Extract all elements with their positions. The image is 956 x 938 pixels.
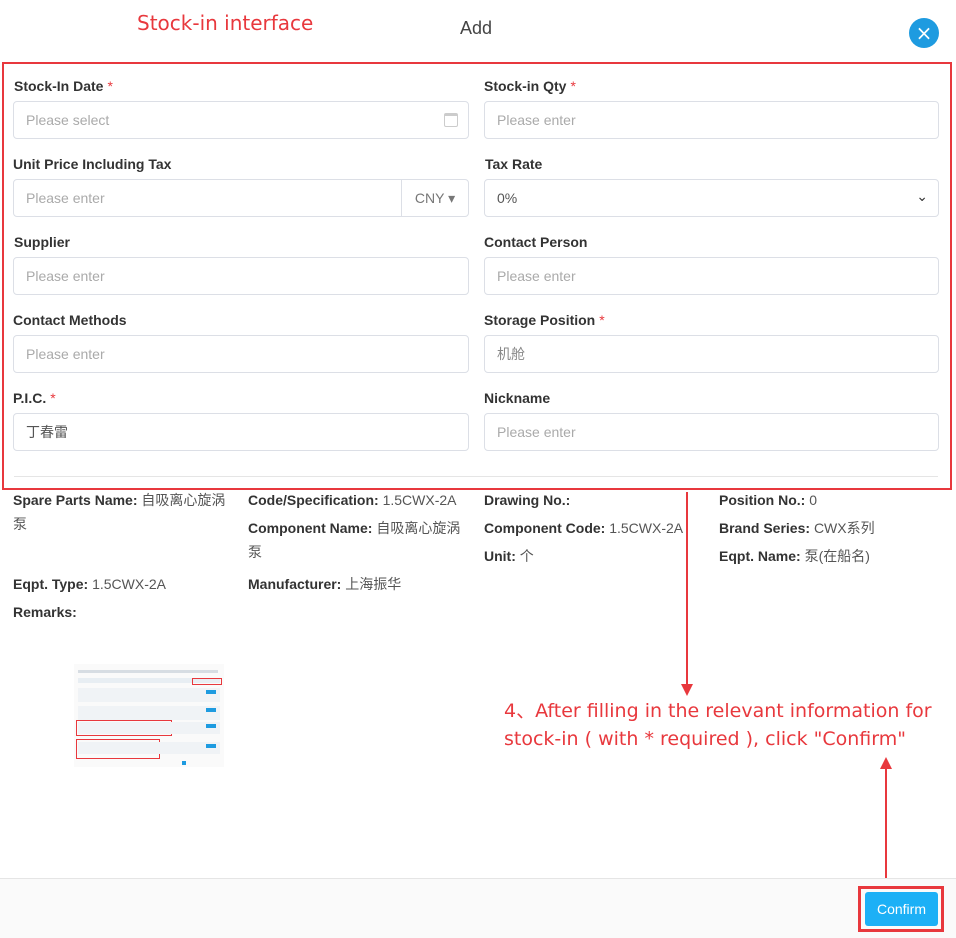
section-divider	[14, 476, 938, 477]
nickname-placeholder: Please enter	[497, 424, 576, 440]
contact-methods-label: Contact Methods	[13, 312, 127, 328]
pic-label: P.I.C. *	[13, 390, 56, 406]
storage-position-input[interactable]: 机舱	[484, 335, 939, 373]
nickname-label: Nickname	[484, 390, 551, 406]
contact-methods-input[interactable]: Please enter	[13, 335, 469, 373]
component-name: Component Name: 自吸离心旋涡泵	[248, 520, 461, 560]
calendar-icon	[444, 113, 458, 127]
brand-series: Brand Series: CWX系列	[719, 520, 875, 536]
nickname-input[interactable]: Please enter	[484, 413, 939, 451]
close-icon[interactable]: ×	[909, 18, 939, 48]
code-specification: Code/Specification: 1.5CWX-2A	[248, 492, 457, 508]
stock-in-date-label: Stock-In Date *	[14, 78, 113, 94]
component-code: Component Code: 1.5CWX-2A	[484, 520, 684, 536]
tax-rate-label: Tax Rate	[485, 156, 543, 172]
contact-person-input[interactable]: Please enter	[484, 257, 939, 295]
unit-price-placeholder: Please enter	[26, 190, 105, 206]
tax-rate-value: 0%	[497, 190, 518, 206]
currency-dropdown[interactable]: CNY ▾	[401, 179, 469, 217]
supplier-placeholder: Please enter	[26, 268, 105, 284]
contact-person-label: Contact Person	[484, 234, 588, 250]
supplier-input[interactable]: Please enter	[13, 257, 469, 295]
confirm-button[interactable]: Confirm	[865, 892, 938, 926]
stock-in-date-picker[interactable]: Please select	[13, 101, 469, 139]
stock-in-qty-label: Stock-in Qty *	[484, 78, 576, 94]
stock-in-qty-placeholder: Please enter	[497, 112, 576, 128]
eqpt-name: Eqpt. Name: 泵(在船名)	[719, 548, 870, 564]
stock-in-date-placeholder: Please select	[26, 112, 110, 128]
supplier-label: Supplier	[14, 234, 71, 250]
position-no: Position No.: 0	[719, 492, 818, 508]
manufacturer: Manufacturer: 上海振华	[248, 576, 402, 592]
annotation-step-note: 4、After filling in the relevant informat…	[504, 700, 932, 750]
annotation-arrow-down	[686, 492, 688, 684]
unit-price-input[interactable]: Please enter	[13, 179, 402, 217]
pic-value: 丁春雷	[26, 424, 68, 440]
unit-price-label: Unit Price Including Tax	[13, 156, 172, 172]
spare-parts-name: Spare Parts Name: 自吸离心旋涡泵	[13, 492, 226, 532]
tax-rate-select[interactable]: 0% ⌄	[484, 179, 939, 217]
remarks: Remarks:	[13, 604, 77, 620]
stock-in-qty-input[interactable]: Please enter	[484, 101, 939, 139]
annotation-arrow-up	[885, 768, 887, 886]
modal-footer	[0, 878, 956, 938]
contact-methods-placeholder: Please enter	[26, 346, 105, 362]
attachment-thumbnail[interactable]	[74, 664, 224, 767]
pic-input[interactable]: 丁春雷	[13, 413, 469, 451]
modal-title: Add	[459, 18, 493, 38]
drawing-no: Drawing No.:	[484, 492, 571, 508]
storage-position-label: Storage Position *	[484, 312, 605, 328]
annotation-arrowhead-down	[681, 684, 693, 696]
eqpt-type: Eqpt. Type: 1.5CWX-2A	[13, 576, 166, 592]
storage-position-value: 机舱	[497, 346, 525, 362]
unit: Unit: 个	[484, 548, 534, 564]
chevron-down-icon: ⌄	[916, 188, 928, 204]
contact-person-placeholder: Please enter	[497, 268, 576, 284]
